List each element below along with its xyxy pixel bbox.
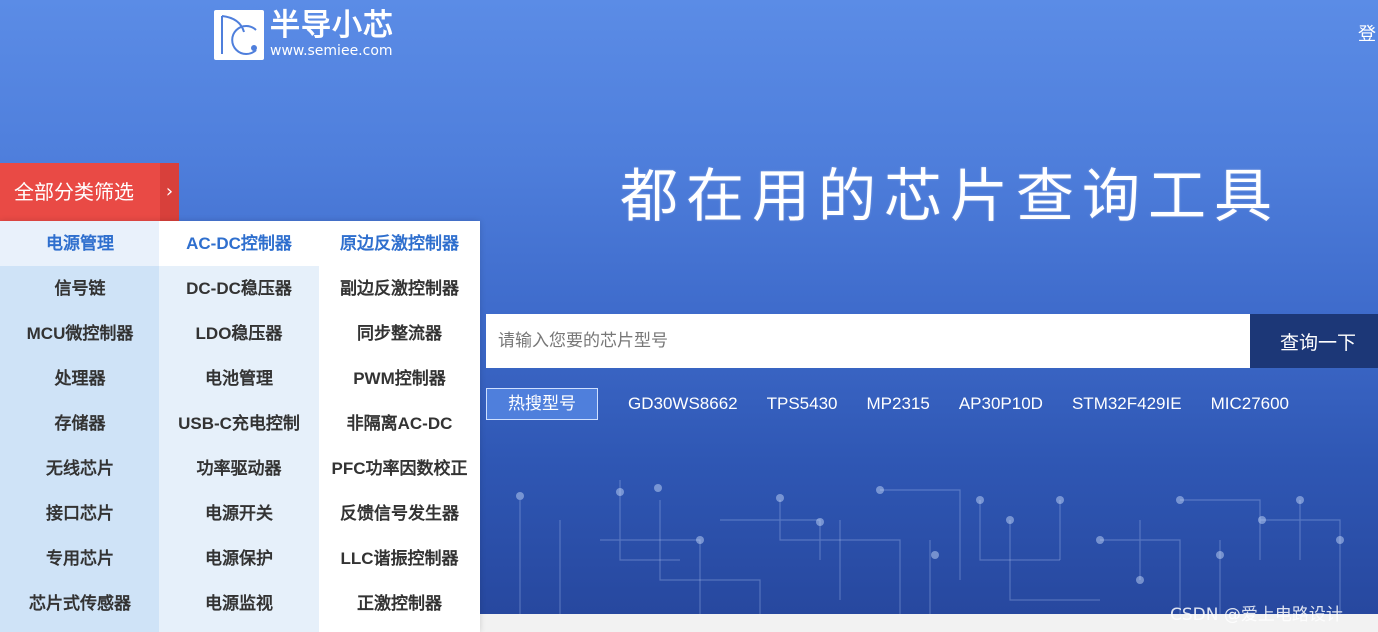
logo-mark-icon	[214, 10, 264, 60]
category-item[interactable]: MCU微控制器	[0, 311, 160, 356]
subcategory-item[interactable]: LLC谐振控制器	[319, 536, 480, 581]
subcategory-item[interactable]: 电源保护	[159, 536, 319, 581]
subcategory-item[interactable]: 正激控制器	[319, 581, 480, 626]
subcategory-item-ac-dc[interactable]: AC-DC控制器	[159, 221, 319, 266]
subcategory-item[interactable]: DC-DC稳压器	[159, 266, 319, 311]
category-item[interactable]: 无线芯片	[0, 446, 160, 491]
subcategory-item[interactable]: PFC功率因数校正	[319, 446, 480, 491]
hot-search-item[interactable]: MP2315	[867, 392, 930, 416]
all-categories-label: 全部分类筛选	[14, 180, 134, 204]
subcategory-item[interactable]: 功率驱动器	[159, 446, 319, 491]
hot-search-list: GD30WS8662 TPS5430 MP2315 AP30P10D STM32…	[628, 392, 1289, 416]
logo-name: 半导小芯	[270, 8, 394, 43]
chevron-right-icon: ›	[160, 163, 179, 221]
hero-slogan: 都在用的芯片查询工具	[619, 162, 1280, 230]
subcategory-item[interactable]: 电源开关	[159, 491, 319, 536]
hot-search-label: 热搜型号	[486, 388, 598, 420]
category-item[interactable]: 接口芯片	[0, 491, 160, 536]
category-column-tertiary: 原边反激控制器 副边反激控制器 同步整流器 PWM控制器 非隔离AC-DC PF…	[319, 221, 480, 632]
site-logo[interactable]: 半导小芯 www.semiee.com	[214, 10, 394, 62]
category-menu-panel: 电源管理 信号链 MCU微控制器 处理器 存储器 无线芯片 接口芯片 专用芯片 …	[0, 221, 480, 632]
category-item[interactable]: 处理器	[0, 356, 160, 401]
login-link[interactable]: 登	[1358, 20, 1378, 46]
all-categories-button[interactable]: 全部分类筛选 ›	[0, 163, 179, 221]
category-column-secondary: AC-DC控制器 DC-DC稳压器 LDO稳压器 电池管理 USB-C充电控制 …	[159, 221, 319, 632]
chip-search-input[interactable]	[486, 314, 1250, 368]
subcategory-item[interactable]: 反馈信号发生器	[319, 491, 480, 536]
logo-url: www.semiee.com	[270, 43, 393, 59]
search-button[interactable]: 查询一下	[1250, 314, 1378, 368]
category-item[interactable]: 存储器	[0, 401, 160, 446]
subcategory-item[interactable]: 非隔离AC-DC	[319, 401, 480, 446]
subcategory-item[interactable]: 同步整流器	[319, 311, 480, 356]
csdn-watermark: CSDN @爱上电路设计	[1170, 605, 1343, 625]
hot-search-item[interactable]: MIC27600	[1211, 392, 1289, 416]
subcategory-item[interactable]: 电池管理	[159, 356, 319, 401]
hot-search-item[interactable]: STM32F429IE	[1072, 392, 1182, 416]
hot-search-item[interactable]: AP30P10D	[959, 392, 1043, 416]
subcategory-item[interactable]: LDO稳压器	[159, 311, 319, 356]
hot-search-item[interactable]: GD30WS8662	[628, 392, 738, 416]
hot-search-item[interactable]: TPS5430	[767, 392, 838, 416]
category-item-power-management[interactable]: 电源管理	[0, 221, 160, 266]
subcategory-item-flyback[interactable]: 原边反激控制器	[319, 221, 480, 266]
category-item[interactable]: 芯片式传感器	[0, 581, 160, 626]
category-column-primary: 电源管理 信号链 MCU微控制器 处理器 存储器 无线芯片 接口芯片 专用芯片 …	[0, 221, 160, 632]
category-item[interactable]: 专用芯片	[0, 536, 160, 581]
subcategory-item[interactable]: USB-C充电控制	[159, 401, 319, 446]
category-item[interactable]: 信号链	[0, 266, 160, 311]
subcategory-item[interactable]: 电源监视	[159, 581, 319, 626]
subcategory-item[interactable]: PWM控制器	[319, 356, 480, 401]
subcategory-item[interactable]: 副边反激控制器	[319, 266, 480, 311]
